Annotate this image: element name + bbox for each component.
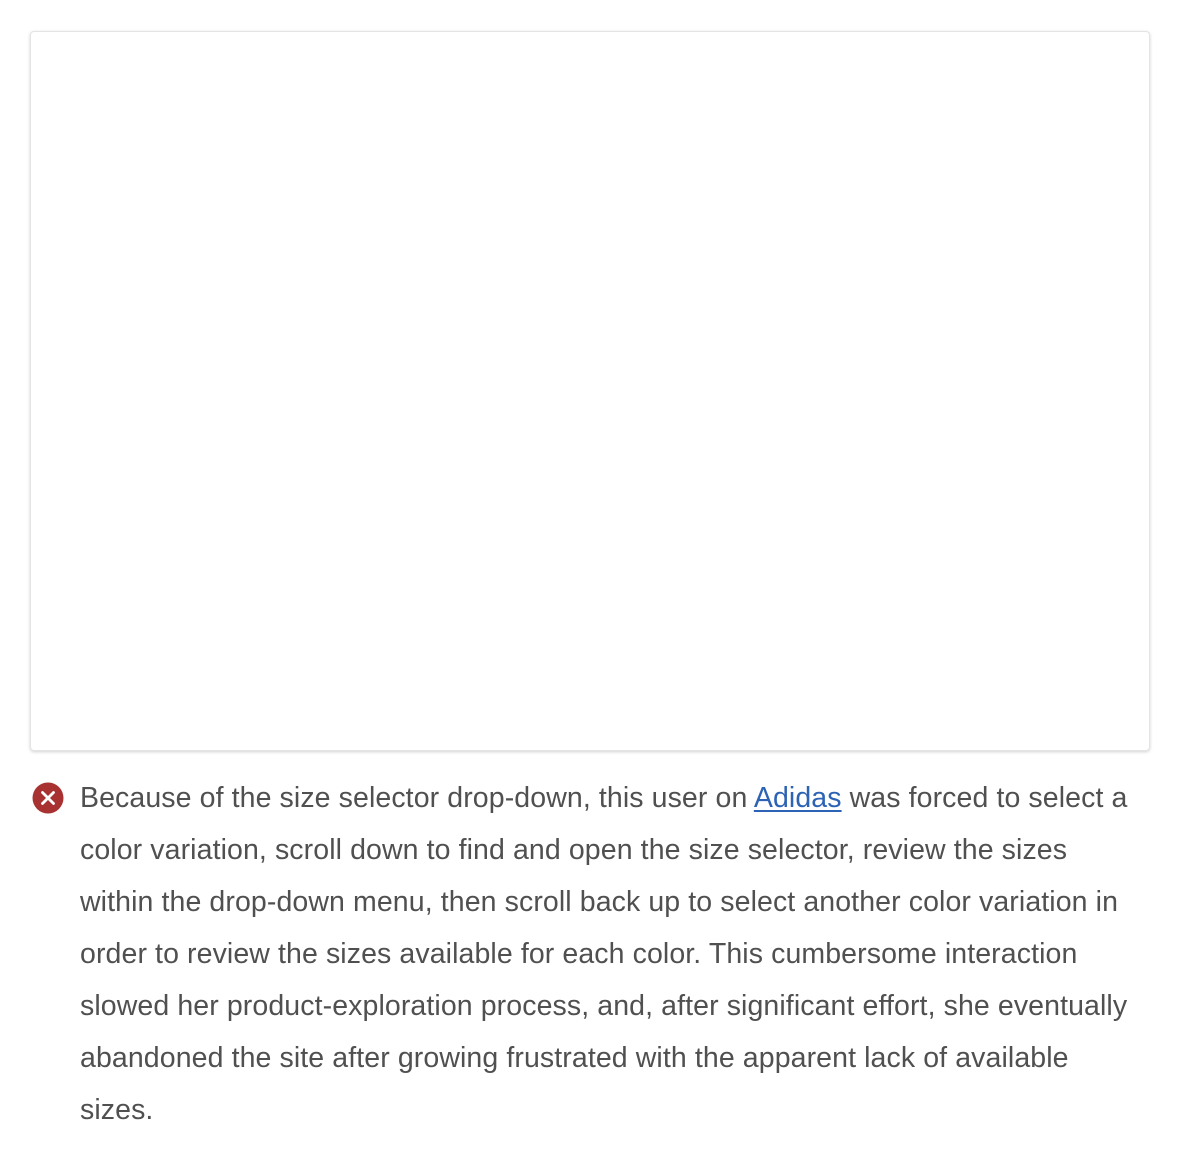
error-x-icon bbox=[32, 782, 64, 814]
caption: Because of the size selector drop-down, … bbox=[32, 772, 1132, 1136]
caption-text-before-link: Because of the size selector drop-down, … bbox=[80, 782, 754, 814]
adidas-link[interactable]: Adidas bbox=[754, 782, 842, 814]
caption-text: Because of the size selector drop-down, … bbox=[32, 772, 1132, 1136]
media-placeholder bbox=[30, 31, 1150, 751]
caption-text-after-link: was forced to select a color variation, … bbox=[80, 782, 1128, 1126]
